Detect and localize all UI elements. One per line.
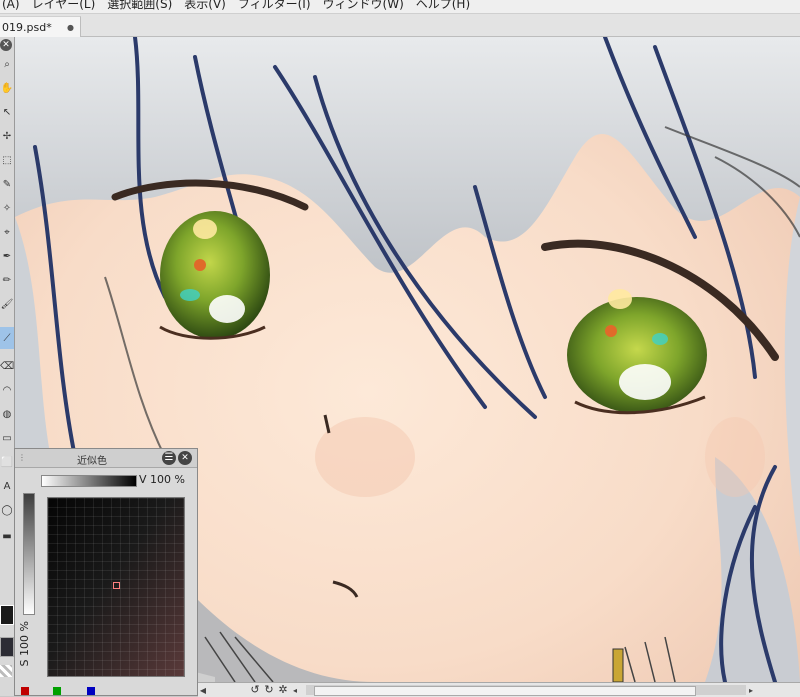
- value-label: V 100 %: [139, 473, 185, 486]
- canvas-status-bar: ◀ ↺ ↻ ✲ ◂ ▸: [198, 682, 800, 697]
- saturation-label: S 100 %: [18, 621, 31, 667]
- horizontal-scrollbar[interactable]: [306, 685, 746, 696]
- scroll-left-small-icon[interactable]: ◂: [290, 686, 300, 695]
- pen-tool-icon[interactable]: ✒: [0, 245, 14, 267]
- balloon-tool-icon[interactable]: ◯: [0, 499, 14, 521]
- hand-tool-icon[interactable]: ✋: [0, 77, 14, 99]
- document-tab[interactable]: 019.psd* ●: [0, 16, 81, 37]
- tool-palette: ✕ ⌕ ✋ ↖ ✢ ⬚ ✎ ✧ ⌖ ✒ ✏ 🖌 ⟋ ⌫ ◠ ◍ ▭ ⬜ A ◯ …: [0, 37, 15, 696]
- text-tool-icon[interactable]: A: [0, 475, 14, 497]
- document-tab-title: 019.psd*: [2, 20, 52, 34]
- menu-item-help[interactable]: ヘルプ(H): [414, 0, 480, 11]
- sub-color-swatch[interactable]: [0, 637, 14, 657]
- palette-title: 近似色: [77, 456, 107, 467]
- ruler-tool-icon[interactable]: ▬: [0, 525, 14, 547]
- transparent-color-swatch[interactable]: [0, 665, 12, 677]
- grip-icon[interactable]: ⋮: [18, 453, 26, 462]
- fill-tool-icon[interactable]: ◍: [0, 403, 14, 425]
- move-tool-icon[interactable]: ↖: [0, 101, 14, 123]
- grid-selection-marker: [113, 582, 120, 589]
- document-tab-bar: 019.psd* ●: [0, 14, 800, 37]
- tab-modified-dot-icon[interactable]: ●: [67, 23, 74, 32]
- main-color-swatch[interactable]: [0, 605, 14, 625]
- menu-item-layer[interactable]: レイヤー(L): [30, 0, 106, 11]
- scroll-left-arrow-icon[interactable]: ◀: [198, 686, 208, 695]
- menu-item-selection[interactable]: 選択範囲(S): [105, 0, 182, 11]
- zoom-tool-icon[interactable]: ⌕: [0, 53, 14, 75]
- scrollbar-thumb[interactable]: [314, 686, 696, 696]
- menu-bar: (A) レイヤー(L) 選択範囲(S) 表示(V) フィルター(I) ウィンドウ…: [0, 0, 800, 14]
- green-chip[interactable]: [53, 687, 61, 695]
- blend-tool-icon[interactable]: ◠: [0, 379, 14, 401]
- lasso-tool-icon[interactable]: ✎: [0, 173, 14, 195]
- value-slider[interactable]: [41, 475, 137, 487]
- palette-close-icon[interactable]: ✕: [178, 451, 192, 465]
- pencil-tool-icon[interactable]: ✏: [0, 269, 14, 291]
- airbrush-tool-icon[interactable]: ⟋: [0, 327, 14, 349]
- palette-menu-icon[interactable]: ☰: [162, 451, 176, 465]
- gradient-tool-icon[interactable]: ▭: [0, 427, 14, 449]
- eyedropper-tool-icon[interactable]: ⌖: [0, 221, 14, 243]
- eraser-tool-icon[interactable]: ⌫: [0, 355, 14, 377]
- approx-color-palette: ⋮ 近似色 ☰ ✕ V 100 % S 100 %: [14, 448, 198, 696]
- figure-tool-icon[interactable]: ⬜: [0, 451, 14, 473]
- rotate-right-icon[interactable]: ↻: [262, 683, 276, 697]
- brush-tool-icon[interactable]: 🖌: [0, 293, 14, 315]
- palette-header[interactable]: ⋮ 近似色 ☰ ✕: [15, 449, 197, 468]
- reset-rotation-icon[interactable]: ✲: [276, 683, 290, 697]
- palette-close-icon[interactable]: ✕: [0, 39, 12, 51]
- rotate-left-icon[interactable]: ↺: [248, 683, 262, 697]
- blue-chip[interactable]: [87, 687, 95, 695]
- transform-tool-icon[interactable]: ✢: [0, 125, 14, 147]
- wand-tool-icon[interactable]: ✧: [0, 197, 14, 219]
- red-chip[interactable]: [21, 687, 29, 695]
- scroll-right-arrow-icon[interactable]: ▸: [746, 686, 756, 695]
- menu-item-a[interactable]: (A): [0, 0, 30, 11]
- select-rect-tool-icon[interactable]: ⬚: [0, 149, 14, 171]
- menu-item-window[interactable]: ウィンドウ(W): [321, 0, 414, 11]
- menu-item-view[interactable]: 表示(V): [182, 0, 236, 11]
- menu-item-filter[interactable]: フィルター(I): [236, 0, 321, 11]
- approx-color-grid[interactable]: [47, 497, 185, 677]
- saturation-slider[interactable]: [23, 493, 35, 615]
